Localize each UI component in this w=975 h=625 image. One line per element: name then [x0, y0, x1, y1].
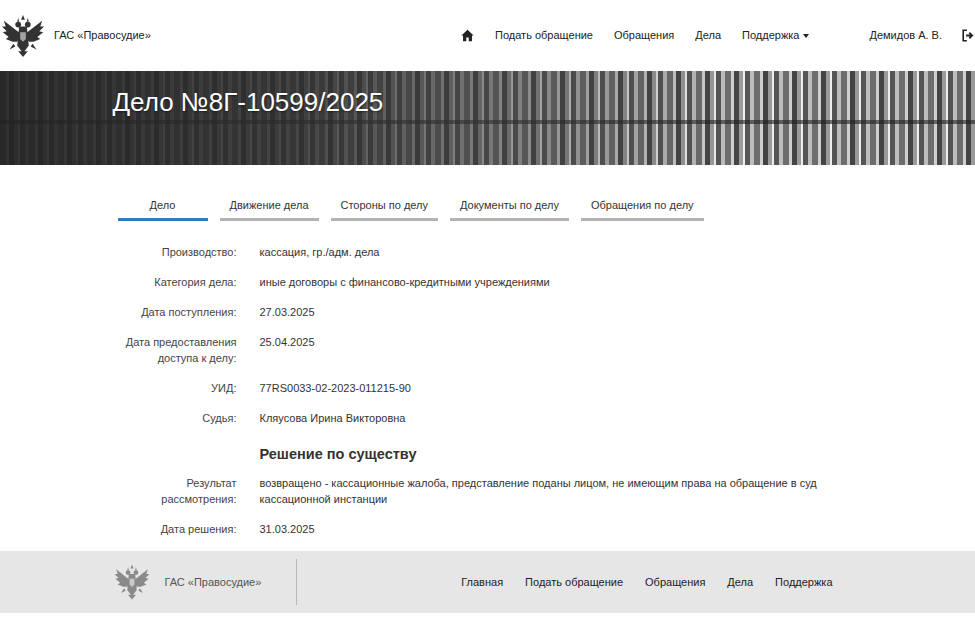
menu-item-label[interactable]: Поддержка — [742, 27, 799, 44]
home-link[interactable] — [461, 29, 474, 42]
footer-link[interactable]: Поддержка — [775, 574, 832, 591]
menu-item-label[interactable]: Обращения — [614, 27, 674, 44]
case-tabs: Дело Движение дела Стороны по делу Документ… — [113, 165, 863, 221]
footer-link[interactable]: Обращения — [645, 574, 705, 591]
menu-item-label[interactable]: Подать обращение — [495, 27, 593, 44]
info-value: иные договоры с финансово-кредитными учр… — [260, 274, 550, 290]
footer-divider — [296, 559, 297, 605]
info-row: Дата предоставления доступа к делу: 25.04… — [113, 334, 863, 366]
info-value: возвращено - кассационные жалоба, предст… — [260, 475, 820, 507]
info-label: Дата решения: — [113, 521, 237, 537]
top-navbar: ГАС «Правосудие» Подать обращение Обращени… — [0, 0, 975, 71]
info-row: Дата решения: 31.03.2025 — [113, 521, 863, 537]
info-value: 27.03.2025 — [260, 304, 315, 320]
info-label: УИД: — [113, 380, 237, 396]
home-icon[interactable] — [461, 29, 474, 42]
info-value: 31.03.2025 — [260, 521, 315, 537]
case-tab[interactable]: Дело — [118, 197, 208, 221]
main-menu: Подать обращение Обращения Дела Поддержка — [461, 27, 809, 44]
brand-text[interactable]: ГАС «Правосудие» — [54, 27, 151, 44]
case-details: Производство: кассация, гр./адм. дела Кате… — [113, 244, 863, 537]
case-banner: Дело №8Г-10599/2025 — [0, 71, 975, 165]
footer-brand: ГАС «Правосудие» — [113, 563, 262, 601]
info-label: Результат рассмотрения: — [113, 475, 237, 507]
footer-link[interactable]: Главная — [461, 574, 503, 591]
user-name[interactable]: Демидов А. В. — [869, 27, 942, 44]
info-row: Результат рассмотрения: возвращено - касс… — [113, 475, 863, 507]
logout-button[interactable] — [962, 29, 975, 42]
info-row: УИД: 77RS0033-02-2023-011215-90 — [113, 380, 863, 396]
info-row: Категория дела: иные договоры с финансово… — [113, 274, 863, 290]
logout-icon[interactable] — [962, 29, 975, 42]
case-tab[interactable]: Движение дела — [220, 197, 319, 221]
info-value: 77RS0033-02-2023-011215-90 — [260, 380, 411, 396]
footer-link[interactable]: Подать обращение — [525, 574, 623, 591]
info-label: Производство: — [113, 244, 237, 260]
info-value: Кляусова Ирина Викторовна — [260, 410, 406, 426]
case-content: Дело Движение дела Стороны по делу Документ… — [113, 165, 863, 537]
footer-menu: Главная Подать обращение Обращения Дела Подд… — [461, 574, 832, 591]
info-label: Судья: — [113, 410, 237, 426]
footer-emblem-icon — [113, 563, 151, 601]
info-label: Дата поступления: — [113, 304, 237, 320]
case-tab[interactable]: Документы по делу — [450, 197, 569, 221]
case-title: Дело №8Г-10599/2025 — [113, 87, 863, 118]
brand-link[interactable]: ГАС «Правосудие» — [0, 13, 151, 59]
page-footer: ГАС «Правосудие» Главная Подать обращение О… — [0, 551, 975, 613]
info-label: Дата предоставления доступа к делу: — [113, 334, 237, 366]
info-row: Судья: Кляусова Ирина Викторовна — [113, 410, 863, 426]
menu-item[interactable]: Поддержка — [742, 27, 809, 44]
case-tab[interactable]: Обращения по делу — [581, 197, 704, 221]
info-value: кассация, гр./адм. дела — [260, 244, 380, 260]
menu-item[interactable]: Подать обращение — [495, 27, 593, 44]
info-label: Категория дела: — [113, 274, 237, 290]
emblem-icon — [0, 13, 46, 59]
info-row: Производство: кассация, гр./адм. дела — [113, 244, 863, 260]
user-area: Демидов А. В. — [869, 27, 975, 44]
footer-link[interactable]: Дела — [727, 574, 753, 591]
decision-heading: Решение по существу — [260, 446, 863, 463]
info-row: Дата поступления: 27.03.2025 — [113, 304, 863, 320]
caret-icon[interactable] — [803, 34, 809, 38]
info-value: 25.04.2025 — [260, 334, 315, 366]
menu-item-label[interactable]: Дела — [695, 27, 721, 44]
case-tab[interactable]: Стороны по делу — [331, 197, 438, 221]
menu-item[interactable]: Обращения — [614, 27, 674, 44]
footer-brand-text: ГАС «Правосудие» — [165, 574, 262, 591]
menu-item[interactable]: Дела — [695, 27, 721, 44]
